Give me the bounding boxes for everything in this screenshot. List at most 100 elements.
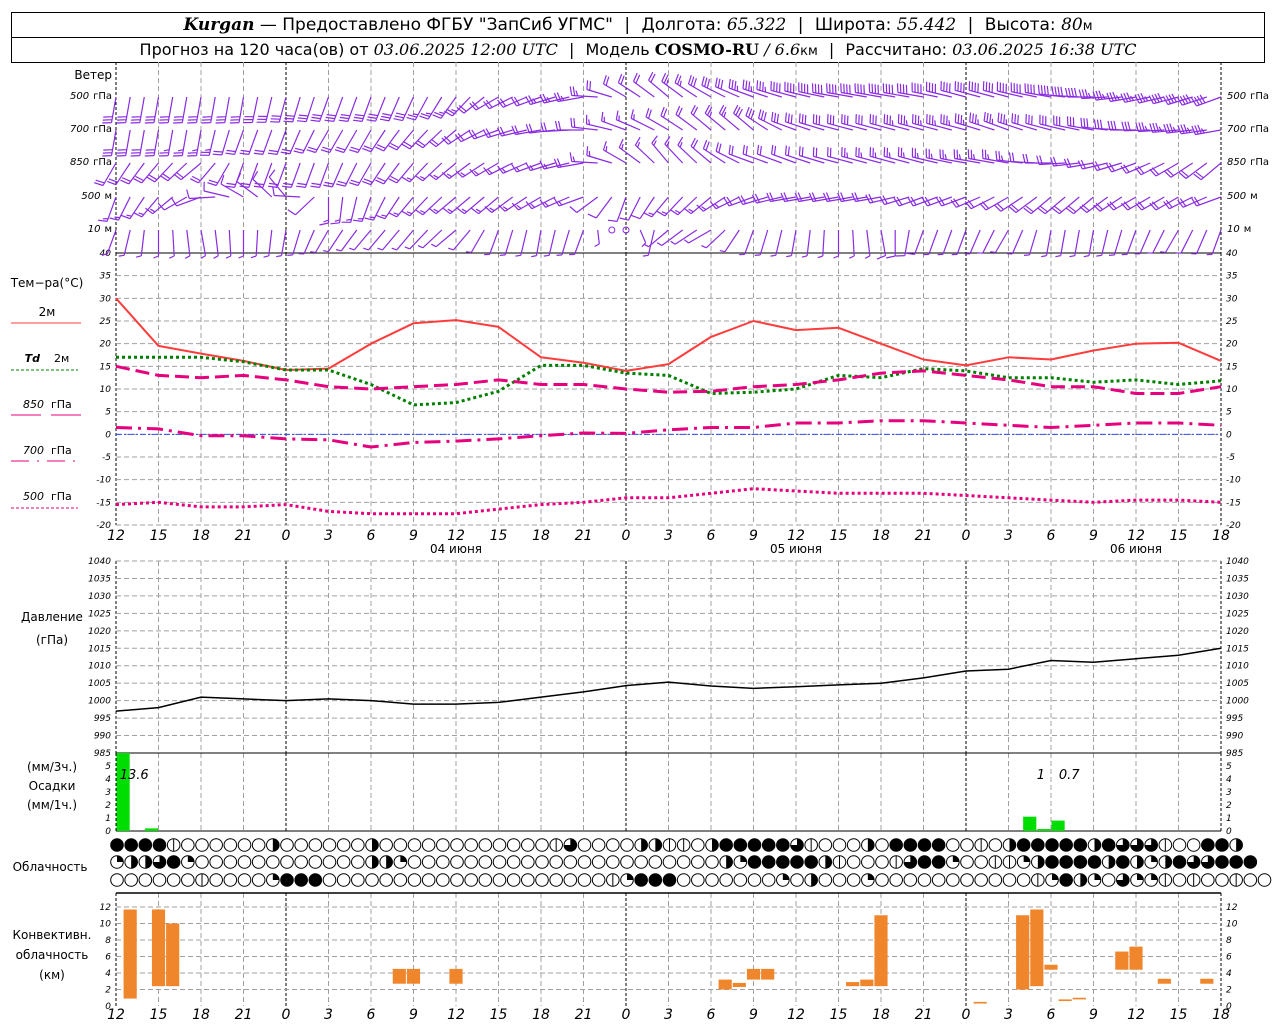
cloud-cover-symbol xyxy=(875,838,889,852)
wind-title: Ветер xyxy=(74,68,112,82)
wind-level-value: 850 xyxy=(1227,157,1246,168)
wind-barb xyxy=(499,229,514,256)
cloud-circle xyxy=(251,838,266,852)
legend-500-label: 500 xyxy=(23,490,44,503)
cloud-cover-symbol xyxy=(1158,838,1173,852)
time-tick-label-bottom: 21 xyxy=(575,1007,593,1023)
time-tick-label-bottom: 18 xyxy=(872,1007,890,1023)
precip-title: Осадки xyxy=(29,779,76,793)
cloud-circle xyxy=(747,838,762,852)
cloud-cover-symbol xyxy=(1031,855,1045,869)
cloud-cover-symbol xyxy=(379,855,393,869)
cloud-circle xyxy=(691,838,705,852)
cloud-circle xyxy=(1229,855,1243,869)
cloud-cover-symbol xyxy=(124,855,138,869)
precip-label: 0.7 xyxy=(1059,768,1080,783)
cloud-circle xyxy=(960,855,974,869)
cloud-half xyxy=(726,855,733,869)
wind-barb xyxy=(1147,229,1165,254)
cloud-cover-symbol xyxy=(776,873,790,887)
cloud-cover-symbol xyxy=(818,838,833,852)
wind-level-unit: гПа xyxy=(1250,157,1269,168)
cloud-cover-symbol xyxy=(308,855,323,869)
precip-label-3h: (мм/3ч.) xyxy=(27,760,77,774)
time-tick-label-bottom: 21 xyxy=(915,1007,933,1023)
wind-barb xyxy=(406,96,429,121)
pressure-tick-right: 1000 xyxy=(1226,697,1249,707)
wind-barb xyxy=(656,229,684,247)
wind-barb xyxy=(964,229,981,255)
wind-barb xyxy=(1121,229,1137,256)
cloud-cover-symbol xyxy=(804,873,818,887)
pressure-tick-right: 995 xyxy=(1226,714,1243,724)
cloud-half xyxy=(386,855,393,869)
cloud-circle xyxy=(181,873,195,887)
cloud-cover-symbol xyxy=(903,855,918,869)
cloud-cover-symbol xyxy=(705,838,719,852)
wind-barb xyxy=(556,229,570,256)
cloud-cover-symbol xyxy=(365,873,379,887)
wind-barb xyxy=(826,83,853,98)
cloud-circle xyxy=(1243,873,1258,887)
wind-barb xyxy=(184,229,191,259)
cloud-circle xyxy=(620,838,634,852)
wind-barb xyxy=(754,229,769,256)
convective-tick-left: 2 xyxy=(105,986,111,996)
wind-barb xyxy=(594,229,600,248)
cloud-cover-symbol xyxy=(974,855,988,869)
time-tick-label-bottom: 6 xyxy=(1047,1007,1056,1023)
wind-barb xyxy=(585,114,612,131)
wind-barb xyxy=(601,111,627,131)
time-tick-label-bottom: 6 xyxy=(367,1007,376,1023)
time-tick-label: 3 xyxy=(1004,528,1013,544)
cloud-cover-symbol xyxy=(1158,855,1173,869)
cloud-cover-symbol xyxy=(506,838,521,852)
pressure-tick-left: 1040 xyxy=(88,557,111,567)
cloud-cover-symbol xyxy=(308,838,323,852)
wind-barb xyxy=(484,229,500,256)
cloud-cover-symbol xyxy=(761,838,776,852)
cloud-circle xyxy=(705,873,719,887)
wind-barb xyxy=(1178,162,1208,179)
cloud-circle xyxy=(1172,873,1187,887)
cloud-circle xyxy=(1201,838,1215,852)
cloud-circle xyxy=(648,855,663,869)
wind-barb xyxy=(116,129,131,157)
cloud-circle xyxy=(223,838,238,852)
cloud-circle xyxy=(917,838,932,852)
cloud-circle xyxy=(1016,838,1031,852)
cloud-quarter xyxy=(1094,873,1101,880)
pressure-tick-right: 1015 xyxy=(1226,644,1249,654)
wind-barb xyxy=(553,196,584,207)
cloud-cover-symbol xyxy=(1172,855,1187,869)
wind-barb xyxy=(336,162,358,187)
cloud-cover-symbol xyxy=(436,838,450,852)
wind-level-labels: 500 гПа 500 гПа 700 гПа 700 гПа 850 гПа 850 гПа 500 м… xyxy=(70,91,1269,235)
wind-barb xyxy=(144,96,160,124)
legend-700-label: 700 xyxy=(23,444,44,457)
cloud-cover-symbol xyxy=(1016,855,1031,869)
precip-tick-left: 5 xyxy=(105,762,111,772)
time-tick-label-bottom: 12 xyxy=(1127,1007,1145,1023)
wind-level-value: 500 xyxy=(1227,91,1246,102)
time-tick-label-bottom: 9 xyxy=(409,1007,418,1023)
time-tick-label: 18 xyxy=(872,528,890,544)
cloud-circle xyxy=(1243,855,1258,869)
wind-barb xyxy=(1149,196,1179,211)
cloud-circle xyxy=(1215,873,1229,887)
cloud-circle xyxy=(393,838,408,852)
cloud-cover-symbol xyxy=(1059,855,1073,869)
time-tick-label: 6 xyxy=(1047,528,1056,544)
cloud-circle xyxy=(1059,873,1073,887)
cloud-cover-symbol xyxy=(336,855,351,869)
cloud-circle xyxy=(521,855,535,869)
cloud-cover-symbol xyxy=(1144,873,1158,887)
cloud-quarter xyxy=(1023,855,1030,862)
cloud-circle xyxy=(237,838,252,852)
cloud-cover-symbol xyxy=(138,873,153,887)
wind-barb xyxy=(116,96,131,124)
cloud-cover-symbol xyxy=(1158,873,1173,887)
wind-barb xyxy=(854,83,882,98)
cloud-half xyxy=(641,838,648,852)
cloud-circle xyxy=(634,873,648,887)
